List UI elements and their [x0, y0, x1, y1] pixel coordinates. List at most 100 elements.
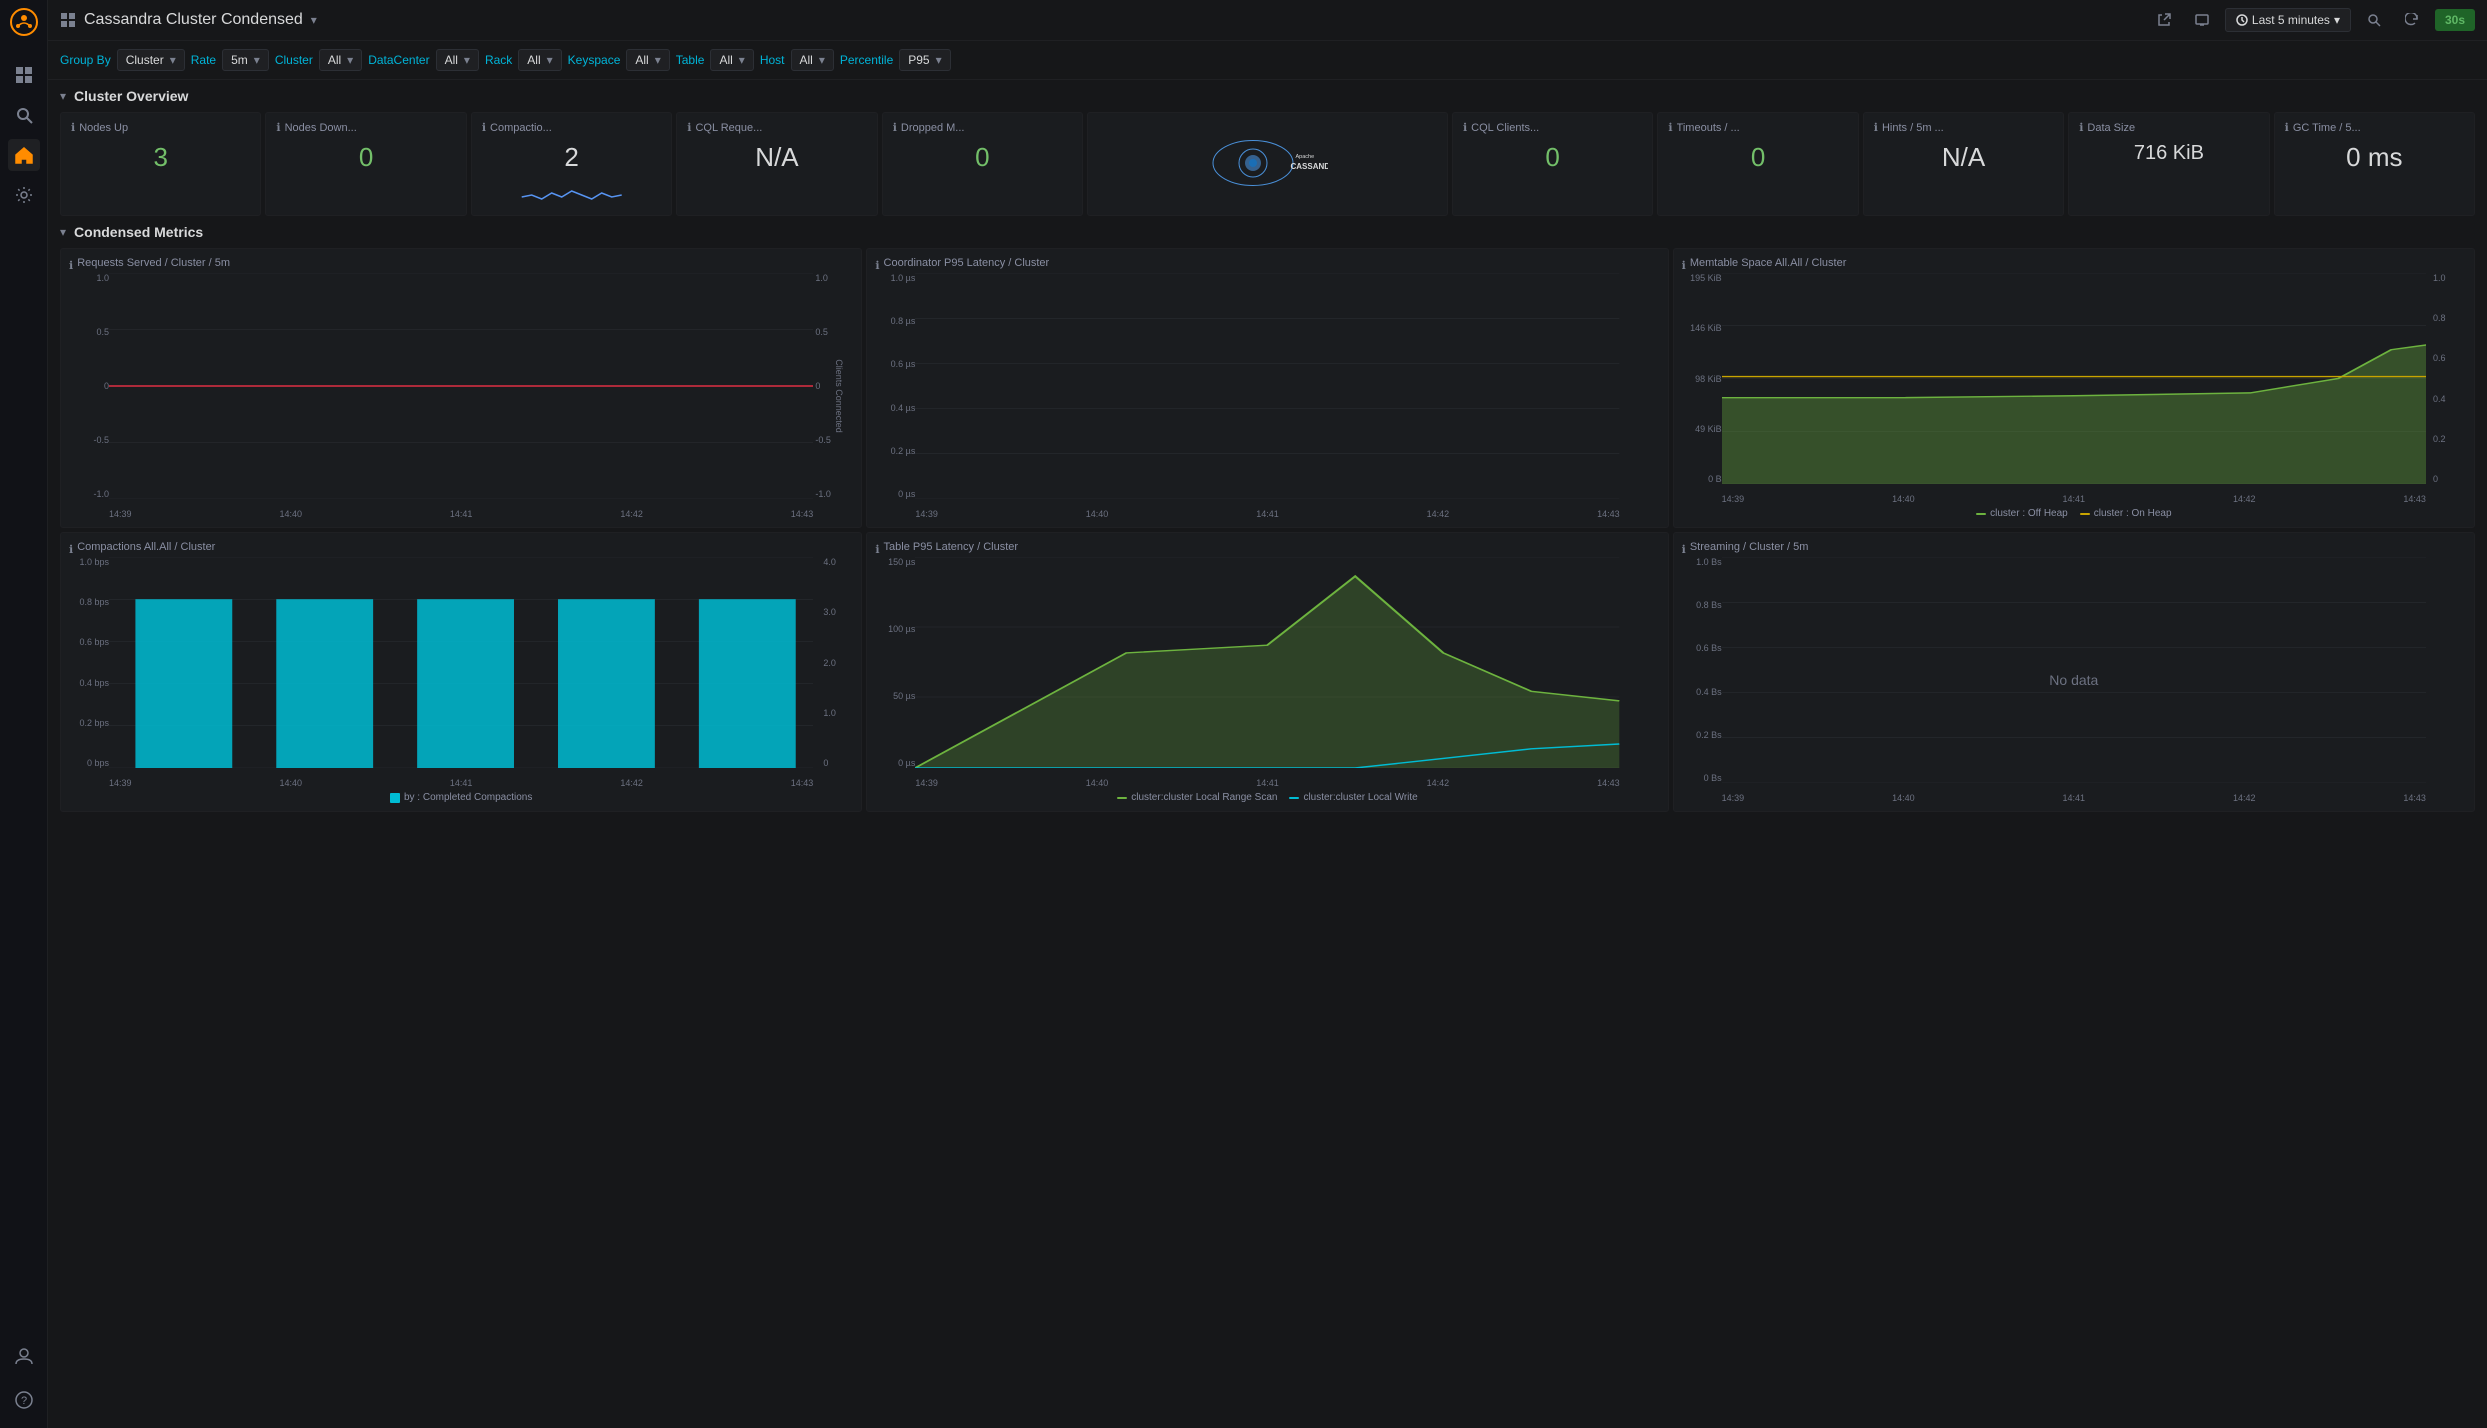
- keyspace-select[interactable]: All ▾: [626, 49, 669, 71]
- svg-text:?: ?: [20, 1395, 26, 1407]
- svg-coordinator: [915, 273, 1619, 499]
- cluster-value: All: [328, 53, 341, 67]
- y-axis-memtable: 195 KiB 146 KiB 98 KiB 49 KiB 0 B: [1682, 273, 1722, 484]
- refresh-icon-button[interactable]: [2397, 9, 2427, 31]
- chart-title-streaming: Streaming / Cluster / 5m: [1690, 541, 1809, 553]
- svg-streaming: [1722, 557, 2426, 783]
- rate-value: 5m: [231, 53, 248, 67]
- chart-info-coordinator-latency[interactable]: ℹ: [875, 259, 879, 272]
- stat-title-hints: Hints / 5m ...: [1882, 122, 1944, 134]
- stat-info-data-size[interactable]: ℹ: [2079, 121, 2083, 134]
- cluster-overview-header: ▾ Cluster Overview: [60, 88, 2475, 104]
- chart-title-table-latency: Table P95 Latency / Cluster: [884, 541, 1019, 553]
- legend-dot-on-heap: [2080, 513, 2090, 515]
- chart-memtable-space: ℹ Memtable Space All.All / Cluster 195 K…: [1673, 248, 2475, 528]
- share-icon: [2157, 13, 2171, 27]
- search-button[interactable]: [2359, 9, 2389, 31]
- percentile-select[interactable]: P95 ▾: [899, 49, 950, 71]
- time-range-button[interactable]: Last 5 minutes ▾: [2225, 8, 2351, 32]
- x-axis-memtable: 14:39 14:40 14:41 14:42 14:43: [1722, 494, 2426, 504]
- host-chevron: ▾: [819, 53, 825, 67]
- chart-title-memtable: Memtable Space All.All / Cluster: [1690, 257, 1847, 269]
- table-select[interactable]: All ▾: [710, 49, 753, 71]
- cluster-select[interactable]: All ▾: [319, 49, 362, 71]
- stat-info-nodes-up[interactable]: ℹ: [71, 121, 75, 134]
- tv-mode-button[interactable]: [2187, 9, 2217, 31]
- table-chevron: ▾: [739, 53, 745, 67]
- chart-area-coordinator-latency: 1.0 µs 0.8 µs 0.6 µs 0.4 µs 0.2 µs 0 µs: [875, 273, 1659, 519]
- host-value: All: [800, 53, 813, 67]
- stat-info-compaction[interactable]: ℹ: [482, 121, 486, 134]
- chart-streaming: ℹ Streaming / Cluster / 5m 1.0 Bs 0.8 Bs…: [1673, 532, 2475, 812]
- group-by-select[interactable]: Cluster ▾: [117, 49, 185, 71]
- chart-info-requests-served[interactable]: ℹ: [69, 259, 73, 272]
- cassandra-logo-card: Apache CASSANDRA: [1087, 112, 1448, 216]
- datacenter-value: All: [445, 53, 458, 67]
- stat-card-timeouts: ℹ Timeouts / ... 0: [1657, 112, 1858, 216]
- sidebar-item-user[interactable]: [8, 1340, 40, 1372]
- stat-info-cql-clients[interactable]: ℹ: [1463, 121, 1467, 134]
- stat-card-nodes-down: ℹ Nodes Down... 0: [265, 112, 466, 216]
- stat-sparkline-compaction: [482, 177, 661, 207]
- content-area: ▾ Cluster Overview ℹ Nodes Up 3 ℹ Nodes …: [48, 80, 2487, 1428]
- topbar-left: Cassandra Cluster Condensed ▾: [60, 11, 317, 29]
- condensed-metrics-collapse[interactable]: ▾: [60, 225, 66, 239]
- stat-info-timeouts[interactable]: ℹ: [1668, 121, 1672, 134]
- collapse-icon[interactable]: ▾: [60, 89, 66, 103]
- chart-info-memtable[interactable]: ℹ: [1682, 259, 1686, 272]
- sidebar-item-grid[interactable]: [8, 59, 40, 91]
- grafana-logo[interactable]: [10, 8, 38, 39]
- sidebar-item-search[interactable]: [8, 99, 40, 131]
- y-axis-requests-served: 1.0 0.5 0 -0.5 -1.0: [69, 273, 109, 499]
- stat-value-cql-requests: N/A: [687, 142, 866, 173]
- sidebar-item-help[interactable]: ?: [8, 1384, 40, 1416]
- dashboard-icon: [60, 12, 76, 28]
- stat-info-hints[interactable]: ℹ: [1874, 121, 1878, 134]
- svg-text:CASSANDRA: CASSANDRA: [1290, 162, 1328, 171]
- condensed-metrics-header: ▾ Condensed Metrics: [60, 224, 2475, 240]
- svg-text:Apache: Apache: [1295, 154, 1314, 160]
- rack-select[interactable]: All ▾: [518, 49, 561, 71]
- tv-icon: [2195, 13, 2209, 27]
- host-select[interactable]: All ▾: [791, 49, 834, 71]
- datacenter-label: DataCenter: [368, 53, 429, 67]
- chart-requests-served: ℹ Requests Served / Cluster / 5m 1.0 0.5…: [60, 248, 862, 528]
- sidebar: ?: [0, 0, 48, 1428]
- sidebar-item-home[interactable]: [8, 139, 40, 171]
- stats-row: ℹ Nodes Up 3 ℹ Nodes Down... 0 ℹ Compact…: [60, 112, 2475, 216]
- title-chevron: ▾: [311, 13, 317, 27]
- stat-card-nodes-up: ℹ Nodes Up 3: [60, 112, 261, 216]
- chart-table-latency: ℹ Table P95 Latency / Cluster 150 µs 100…: [866, 532, 1668, 812]
- x-axis-coordinator: 14:39 14:40 14:41 14:42 14:43: [915, 509, 1619, 519]
- stat-info-nodes-down[interactable]: ℹ: [276, 121, 280, 134]
- stat-title-data-size: Data Size: [2087, 122, 2135, 134]
- chart-info-table-latency[interactable]: ℹ: [875, 543, 879, 556]
- stat-value-compaction: 2: [482, 142, 661, 173]
- chart-legend-memtable: cluster : Off Heap cluster : On Heap: [1682, 508, 2466, 519]
- stat-info-dropped-messages[interactable]: ℹ: [893, 121, 897, 134]
- y-right-label-requests: Clients Connected: [834, 359, 844, 433]
- host-label: Host: [760, 53, 785, 67]
- chart-info-streaming[interactable]: ℹ: [1682, 543, 1686, 556]
- sidebar-bottom: ?: [8, 1336, 40, 1420]
- share-button[interactable]: [2149, 9, 2179, 31]
- svg-memtable: [1722, 273, 2426, 484]
- rate-select[interactable]: 5m ▾: [222, 49, 269, 71]
- stat-info-gc-time[interactable]: ℹ: [2285, 121, 2289, 134]
- sidebar-item-settings[interactable]: [8, 179, 40, 211]
- rack-label: Rack: [485, 53, 512, 67]
- stat-title-dropped-messages: Dropped M...: [901, 122, 965, 134]
- cassandra-eye-logo: Apache CASSANDRA: [1208, 128, 1328, 198]
- chart-info-compactions[interactable]: ℹ: [69, 543, 73, 556]
- chart-area-streaming: 1.0 Bs 0.8 Bs 0.6 Bs 0.4 Bs 0.2 Bs 0 Bs: [1682, 557, 2466, 803]
- refresh-interval-button[interactable]: 30s: [2435, 9, 2475, 31]
- keyspace-chevron: ▾: [655, 53, 661, 67]
- datacenter-select[interactable]: All ▾: [436, 49, 479, 71]
- stat-info-cql-requests[interactable]: ℹ: [687, 121, 691, 134]
- rate-label: Rate: [191, 53, 216, 67]
- main-content: Cassandra Cluster Condensed ▾ Last 5 min…: [48, 0, 2487, 1428]
- table-value: All: [719, 53, 732, 67]
- stat-title-cql-clients: CQL Clients...: [1471, 122, 1539, 134]
- legend-label-compactions: by : Completed Compactions: [404, 792, 532, 803]
- legend-label-off-heap: cluster : Off Heap: [1990, 508, 2068, 519]
